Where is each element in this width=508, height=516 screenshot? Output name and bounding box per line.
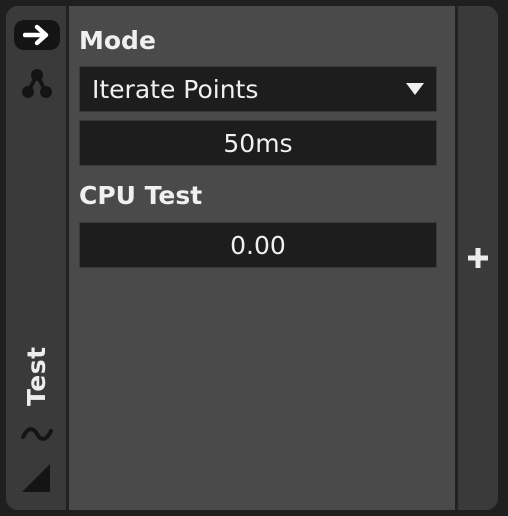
arrow-right-icon (23, 24, 49, 46)
cpu-test-field[interactable]: 0.00 (79, 222, 437, 268)
wave-icon[interactable] (20, 424, 54, 444)
interval-field[interactable]: 50ms (79, 120, 437, 166)
right-strip (458, 6, 498, 510)
left-strip: Test (6, 6, 66, 510)
chevron-down-icon (406, 83, 424, 95)
cpu-test-label: CPU Test (79, 181, 203, 210)
mode-dropdown[interactable]: Iterate Points (79, 66, 437, 112)
arrow-right-button[interactable] (14, 20, 60, 50)
mode-label: Mode (79, 26, 156, 55)
node-graph-icon[interactable] (20, 66, 54, 100)
device-panel: Test Mode Iterate Points 50ms CPU Test 0… (6, 6, 498, 510)
plus-icon (468, 248, 488, 268)
device-title-vertical: Test (22, 346, 51, 406)
content-area: Mode Iterate Points 50ms CPU Test 0.00 (69, 6, 455, 510)
resize-corner-icon[interactable] (20, 462, 52, 494)
mode-dropdown-value: Iterate Points (92, 74, 259, 104)
add-device-button[interactable] (466, 246, 490, 270)
